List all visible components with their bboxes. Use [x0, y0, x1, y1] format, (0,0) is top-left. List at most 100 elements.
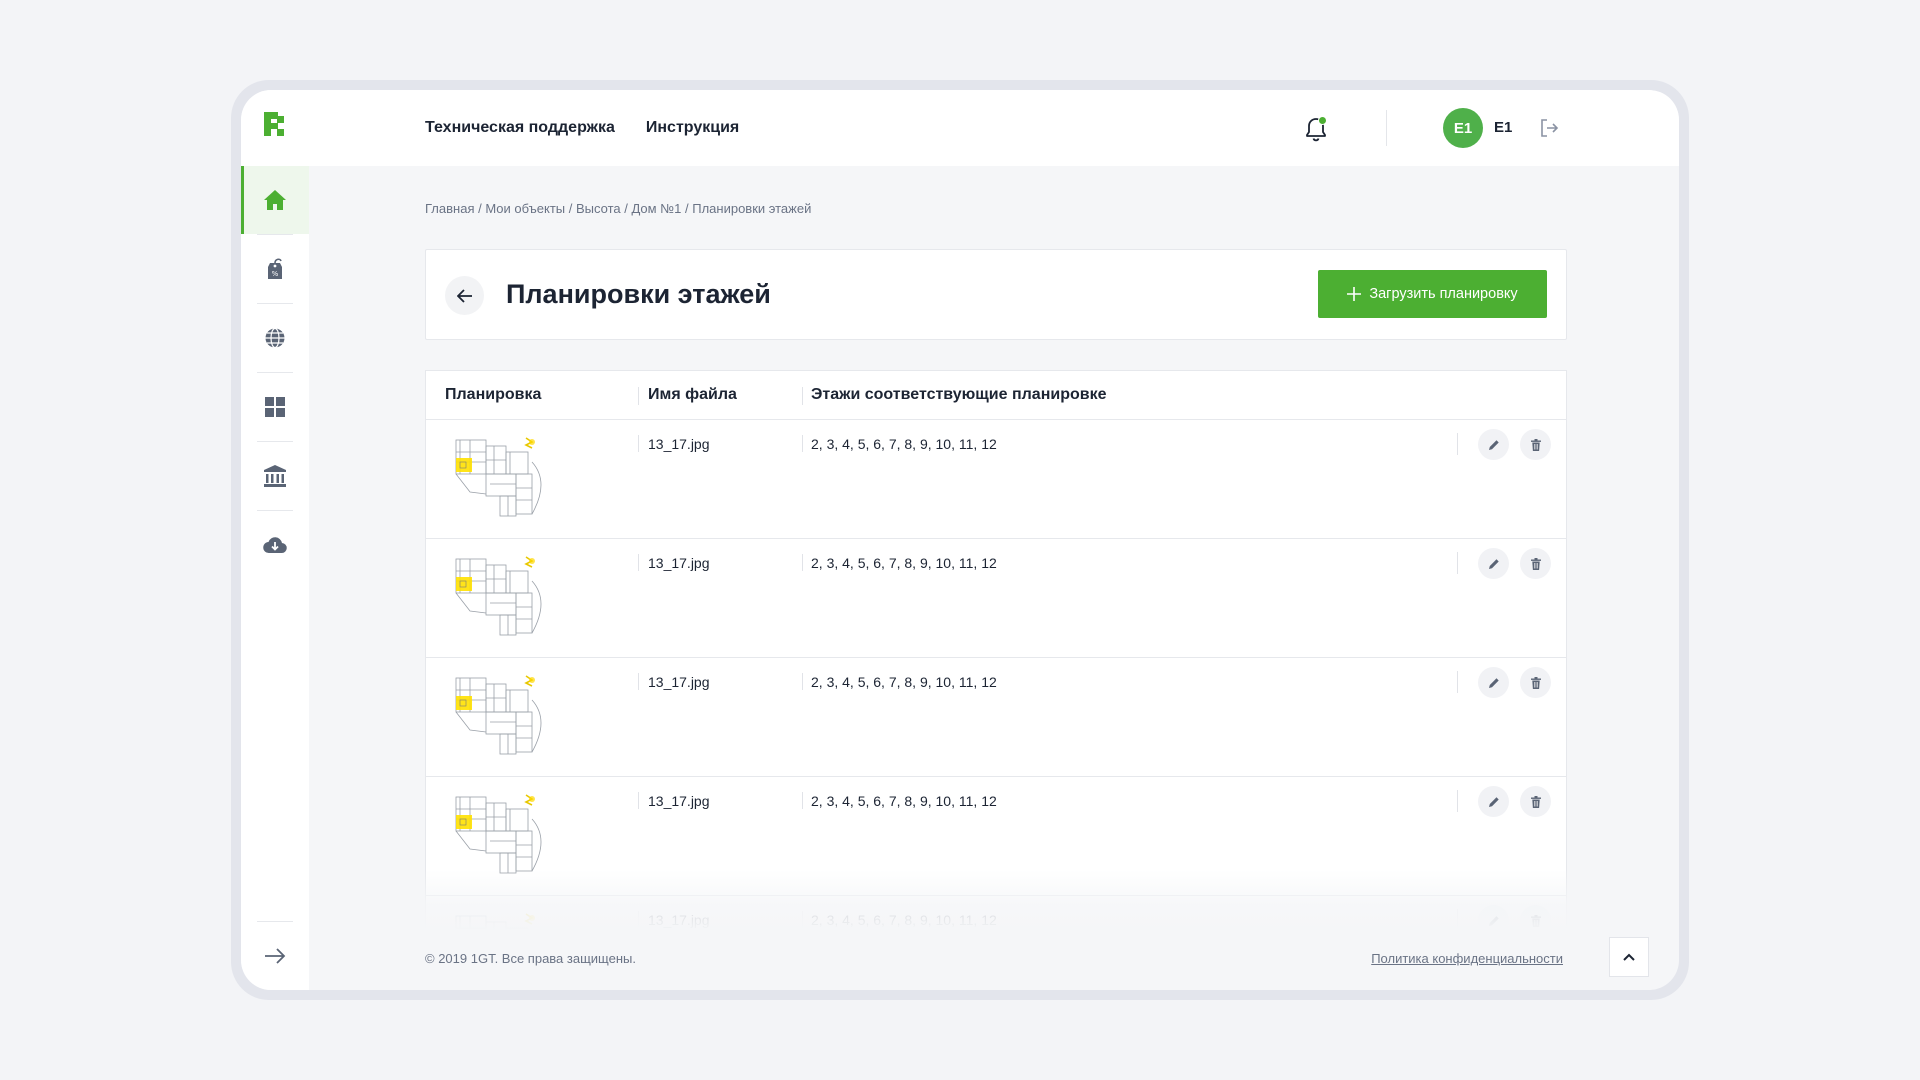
delete-button[interactable]	[1520, 905, 1551, 930]
column-divider	[638, 387, 639, 405]
edit-button[interactable]	[1478, 667, 1509, 698]
pencil-icon	[1488, 796, 1499, 807]
top-bar: Техническая поддержка Инструкция E1 E1	[241, 90, 1679, 166]
table-row: 13_17.jpg 2, 3, 4, 5, 6, 7, 8, 9, 10, 11…	[426, 420, 1566, 539]
breadcrumb-item[interactable]: Главная	[425, 201, 474, 216]
sidebar-item-bank[interactable]	[241, 442, 309, 510]
grid-icon	[265, 397, 285, 417]
floor-plan-thumbnail[interactable]	[450, 551, 558, 647]
edit-button[interactable]	[1478, 548, 1509, 579]
cell-divider	[638, 792, 639, 809]
sidebar-item-download[interactable]	[241, 511, 309, 579]
username[interactable]: E1	[1494, 119, 1512, 136]
column-header-plan: Планировка	[445, 386, 542, 403]
floors-cell: 2, 3, 4, 5, 6, 7, 8, 9, 10, 11, 12	[811, 912, 997, 928]
device-frame: Техническая поддержка Инструкция E1 E1 %…	[231, 80, 1689, 1000]
filename-cell: 13_17.jpg	[648, 674, 710, 690]
actions-divider	[1457, 433, 1458, 455]
breadcrumb-item[interactable]: Мои объекты	[485, 201, 565, 216]
trash-icon	[1530, 438, 1541, 451]
actions-divider	[1457, 552, 1458, 574]
upload-plan-label: Загрузить планировку	[1369, 286, 1518, 302]
breadcrumb-item[interactable]: Дом №1	[631, 201, 681, 216]
column-header-filename: Имя файла	[648, 386, 737, 403]
floors-cell: 2, 3, 4, 5, 6, 7, 8, 9, 10, 11, 12	[811, 793, 997, 809]
cloud-download-icon	[263, 537, 287, 554]
column-divider	[802, 387, 803, 405]
plans-table: Планировка Имя файла Этажи соответствующ…	[425, 370, 1567, 930]
edit-button[interactable]	[1478, 786, 1509, 817]
globe-icon	[265, 327, 285, 349]
notification-dot	[1318, 116, 1327, 125]
breadcrumb-current: Планировки этажей	[692, 201, 812, 216]
floor-plan-thumbnail[interactable]	[450, 670, 558, 766]
actions-divider	[1457, 909, 1458, 930]
pencil-icon	[1488, 915, 1499, 926]
logo[interactable]	[264, 112, 284, 136]
nav-instruction-link[interactable]: Инструкция	[646, 119, 739, 137]
sidebar-expand-button[interactable]	[241, 922, 309, 990]
floors-cell: 2, 3, 4, 5, 6, 7, 8, 9, 10, 11, 12	[811, 674, 997, 690]
floor-plan-thumbnail[interactable]	[450, 908, 558, 930]
delete-button[interactable]	[1520, 429, 1551, 460]
table-header: Планировка Имя файла Этажи соответствующ…	[426, 371, 1566, 420]
edit-button[interactable]	[1478, 905, 1509, 930]
filename-cell: 13_17.jpg	[648, 436, 710, 452]
actions-divider	[1457, 671, 1458, 693]
home-icon	[264, 190, 286, 210]
breadcrumb: Главная / Мои объекты / Высота / Дом №1 …	[425, 201, 812, 216]
delete-button[interactable]	[1520, 667, 1551, 698]
logout-icon[interactable]	[1539, 118, 1559, 138]
table-body: 13_17.jpg 2, 3, 4, 5, 6, 7, 8, 9, 10, 11…	[426, 420, 1566, 930]
cell-divider	[802, 435, 803, 452]
top-nav: Техническая поддержка Инструкция	[425, 90, 739, 166]
copyright: © 2019 1GT. Все права защищены.	[425, 951, 636, 966]
sidebar-item-dashboard[interactable]	[241, 373, 309, 441]
scroll-top-button[interactable]	[1609, 937, 1649, 977]
arrow-left-icon	[456, 288, 472, 303]
table-row: 13_17.jpg 2, 3, 4, 5, 6, 7, 8, 9, 10, 11…	[426, 777, 1566, 896]
page-title: Планировки этажей	[506, 279, 771, 309]
privacy-policy-link[interactable]: Политика конфиденциальности	[1371, 951, 1563, 966]
floor-plan-thumbnail[interactable]	[450, 432, 558, 528]
filename-cell: 13_17.jpg	[648, 555, 710, 571]
chevron-up-icon	[1623, 953, 1635, 961]
pencil-icon	[1488, 439, 1499, 450]
sidebar: %	[241, 166, 309, 990]
delete-button[interactable]	[1520, 786, 1551, 817]
pencil-icon	[1488, 558, 1499, 569]
cell-divider	[638, 554, 639, 571]
pencil-icon	[1488, 677, 1499, 688]
table-row: 13_17.jpg 2, 3, 4, 5, 6, 7, 8, 9, 10, 11…	[426, 658, 1566, 777]
avatar[interactable]: E1	[1443, 108, 1483, 148]
notifications-button[interactable]	[1304, 116, 1328, 144]
nav-support-link[interactable]: Техническая поддержка	[425, 119, 615, 137]
bank-icon	[264, 465, 286, 487]
breadcrumb-item[interactable]: Высота	[576, 201, 621, 216]
filename-cell: 13_17.jpg	[648, 912, 710, 928]
sidebar-item-globe[interactable]	[241, 304, 309, 372]
svg-text:%: %	[272, 270, 279, 278]
price-tag-icon: %	[268, 258, 282, 279]
back-button[interactable]	[445, 276, 484, 315]
cell-divider	[638, 911, 639, 928]
column-header-floors: Этажи соответствующие планировке	[811, 386, 1107, 403]
cell-divider	[638, 435, 639, 452]
floor-plan-thumbnail[interactable]	[450, 789, 558, 885]
upload-plan-button[interactable]: Загрузить планировку	[1318, 270, 1547, 318]
edit-button[interactable]	[1478, 429, 1509, 460]
app-screen: Техническая поддержка Инструкция E1 E1 %…	[241, 90, 1679, 990]
sidebar-bottom	[241, 921, 309, 990]
floors-cell: 2, 3, 4, 5, 6, 7, 8, 9, 10, 11, 12	[811, 555, 997, 571]
trash-icon	[1530, 795, 1541, 808]
table-row: 13_17.jpg 2, 3, 4, 5, 6, 7, 8, 9, 10, 11…	[426, 896, 1566, 930]
floors-cell: 2, 3, 4, 5, 6, 7, 8, 9, 10, 11, 12	[811, 436, 997, 452]
delete-button[interactable]	[1520, 548, 1551, 579]
actions-divider	[1457, 790, 1458, 812]
cell-divider	[802, 911, 803, 928]
arrow-right-icon	[265, 948, 286, 964]
sidebar-item-home[interactable]	[241, 166, 309, 234]
cell-divider	[802, 554, 803, 571]
sidebar-item-prices[interactable]: %	[241, 235, 309, 303]
trash-icon	[1530, 557, 1541, 570]
